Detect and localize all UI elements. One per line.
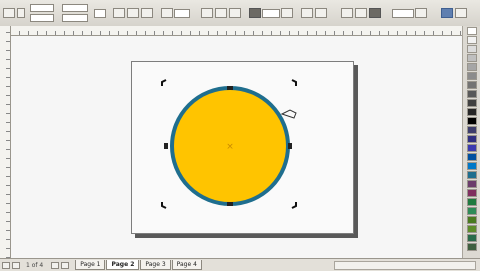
horizontal-ruler[interactable] [10,26,462,36]
drawing-workspace[interactable]: × [11,36,462,258]
arc-mode-icon[interactable] [229,8,241,18]
lock-ratio-icon[interactable] [113,8,125,18]
angle-icon[interactable] [249,8,261,18]
color-palette [462,26,480,258]
center-mark-icon: × [226,142,234,152]
page-tabs: Page 1 Page 2 Page 3 Page 4 [75,260,203,270]
corner-handle-top-left[interactable] [161,79,167,86]
color-swatch[interactable] [467,243,477,251]
color-swatch[interactable] [467,63,477,71]
corner-handle-bottom-right[interactable] [291,202,297,209]
y-position-input[interactable] [30,14,54,22]
color-swatch[interactable] [467,189,477,197]
rotate-icon[interactable] [161,8,173,18]
x-position-input[interactable] [30,4,54,12]
node-handle-left[interactable] [164,143,168,149]
color-swatch[interactable] [467,144,477,152]
color-swatch[interactable] [467,117,477,125]
pie-mode-icon[interactable] [215,8,227,18]
mirror-horizontal-icon[interactable] [127,8,139,18]
first-page-icon[interactable] [2,261,10,269]
position-fields [30,3,54,23]
options-icon[interactable] [455,8,467,18]
scale-group [94,3,106,23]
rotate-group [160,3,190,23]
color-swatch[interactable] [467,180,477,188]
extra-group [440,3,468,23]
rotation-input[interactable] [174,8,190,18]
direction-icon[interactable] [281,8,293,18]
color-swatch[interactable] [467,153,477,161]
skew-arrow-icon[interactable] [280,109,297,119]
color-swatch[interactable] [467,54,477,62]
width-input[interactable] [62,4,88,12]
scale-input[interactable] [94,8,106,18]
node-handle-right[interactable] [288,143,292,149]
color-swatch[interactable] [467,72,477,80]
page-tab[interactable]: Page 1 [75,260,106,270]
color-swatch[interactable] [467,108,477,116]
color-swatch[interactable] [467,198,477,206]
page-tab[interactable]: Page 2 [106,260,140,270]
outline-width-icon[interactable] [315,8,327,18]
ellipse-mode-group [200,3,242,23]
to-back-icon[interactable] [355,8,367,18]
outline-group [392,3,428,23]
corner-handle-bottom-left[interactable] [161,202,167,209]
page-tab-bar: 1 of 4 Page 1 Page 2 Page 3 Page 4 [0,258,480,271]
wrap-group [300,3,328,23]
vertical-ruler[interactable] [0,26,11,258]
color-swatch[interactable] [467,162,477,170]
start-angle-input[interactable] [262,8,280,18]
color-swatch[interactable] [467,27,477,35]
transform-group [112,3,154,23]
mirror-vertical-icon[interactable] [141,8,153,18]
page-tab[interactable]: Page 4 [171,260,202,270]
origin-group [2,3,26,23]
color-swatch[interactable] [467,225,477,233]
color-swatch[interactable] [467,216,477,224]
origin-dropdown-icon[interactable] [17,8,25,18]
outline-dropdown-icon[interactable] [415,8,427,18]
next-page-icon[interactable] [51,261,60,269]
drawing-page[interactable]: × [131,61,354,234]
color-swatch[interactable] [467,90,477,98]
prev-page-icon[interactable] [12,261,20,269]
corner-handle-top-right[interactable] [291,79,297,86]
color-swatch[interactable] [467,45,477,53]
last-page-icon[interactable] [61,261,70,269]
wrap-icon[interactable] [301,8,313,18]
size-fields [62,3,88,23]
page-counter: 1 of 4 [26,261,44,269]
color-swatch[interactable] [467,234,477,242]
horizontal-scrollbar[interactable] [334,260,476,270]
color-swatch[interactable] [467,36,477,44]
color-swatch[interactable] [467,171,477,179]
color-swatch[interactable] [467,126,477,134]
ellipse-mode-icon[interactable] [201,8,213,18]
node-handle-bottom[interactable] [227,202,233,206]
height-input[interactable] [62,14,88,22]
arrange-group [340,3,382,23]
outline-width-input[interactable] [392,8,414,18]
angle-group [248,3,294,23]
to-front-icon[interactable] [341,8,353,18]
color-swatch[interactable] [467,135,477,143]
color-swatch[interactable] [467,99,477,107]
object-origin-icon[interactable] [3,8,15,18]
node-handle-top[interactable] [227,86,233,90]
color-swatch[interactable] [467,81,477,89]
convert-icon[interactable] [441,8,453,18]
property-bar [0,0,480,27]
page-tab[interactable]: Page 3 [140,260,171,270]
page-canvas: × [161,79,297,209]
color-swatch[interactable] [467,207,477,215]
convert-to-curves-icon[interactable] [369,8,381,18]
